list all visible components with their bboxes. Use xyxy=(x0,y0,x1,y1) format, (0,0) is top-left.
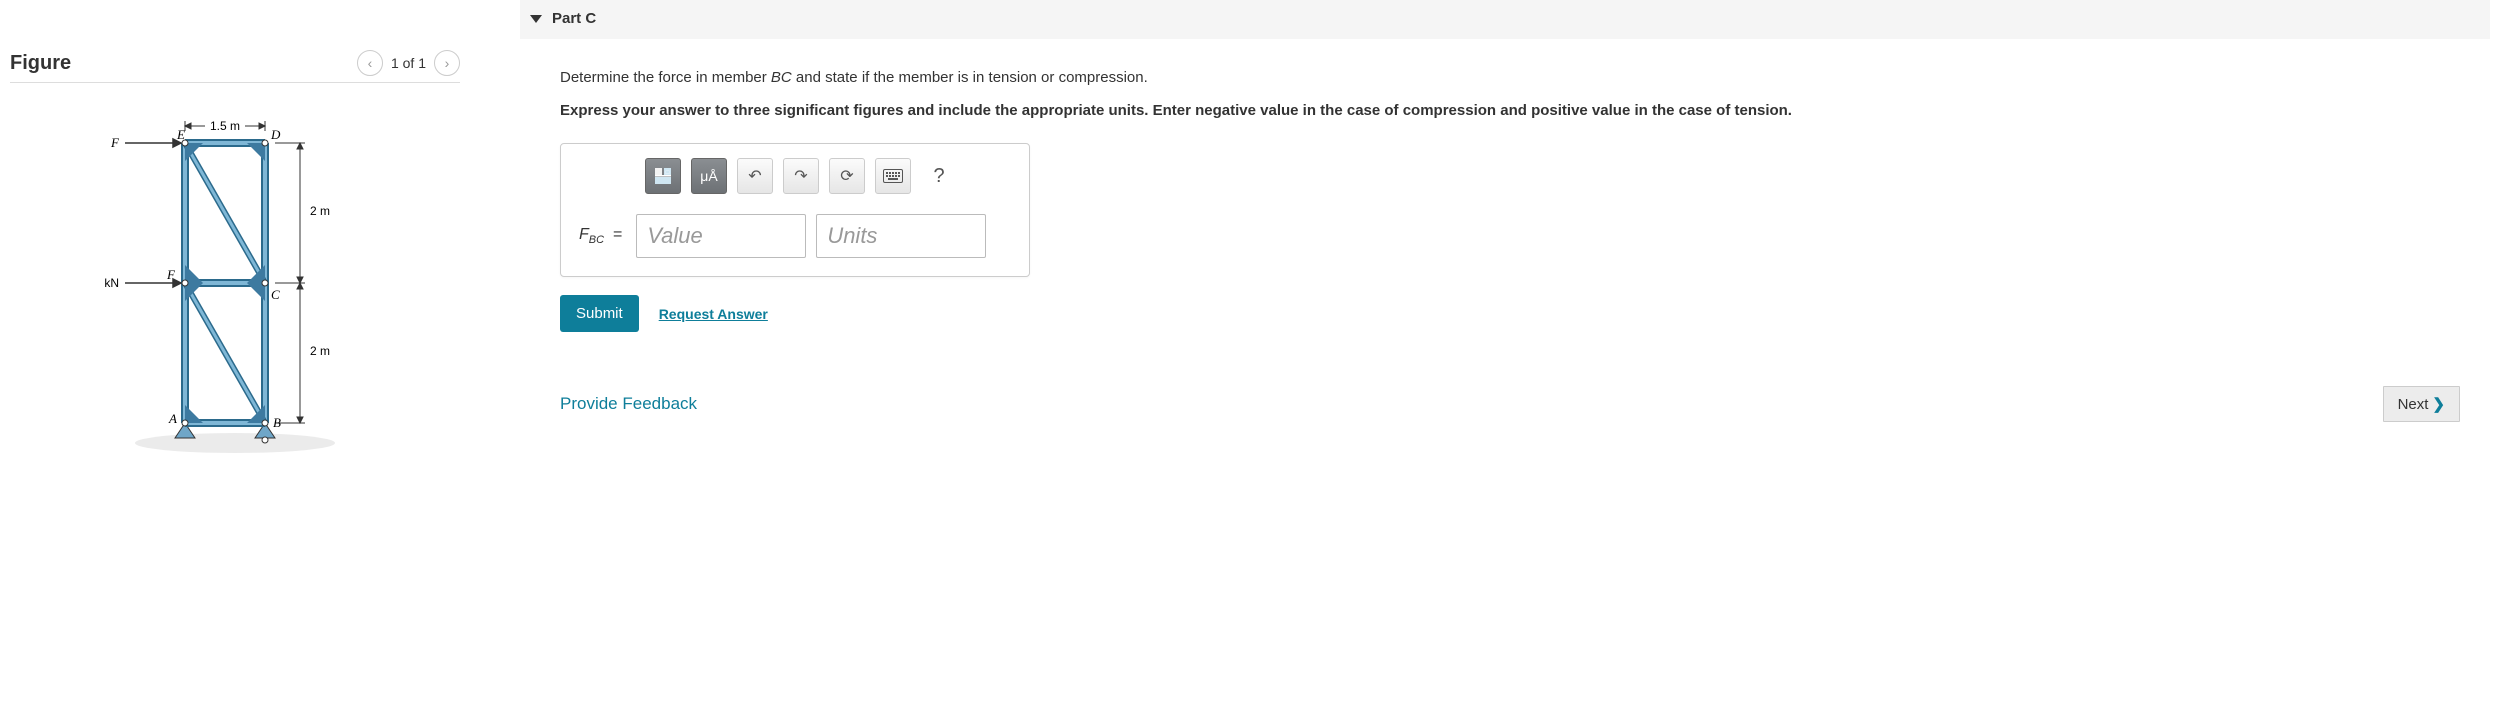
provide-feedback-link[interactable]: Provide Feedback xyxy=(560,394,697,414)
figure-title: Figure xyxy=(10,52,71,75)
submit-button[interactable]: Submit xyxy=(560,295,639,332)
figure-prev-button[interactable]: ‹ xyxy=(357,50,383,76)
next-button-label: Next xyxy=(2398,396,2429,413)
next-button[interactable]: Next ❯ xyxy=(2383,386,2460,422)
symbols-icon: μÅ xyxy=(700,168,717,184)
figure-pager: ‹ 1 of 1 › xyxy=(357,50,460,76)
undo-icon: ↶ xyxy=(748,166,761,186)
keyboard-button[interactable] xyxy=(875,158,911,194)
svg-text:B: B xyxy=(273,415,281,430)
svg-text:2 m: 2 m xyxy=(310,344,330,358)
part-header[interactable]: Part C xyxy=(520,0,2490,39)
chevron-left-icon: ‹ xyxy=(368,55,373,71)
redo-icon: ↷ xyxy=(794,166,807,186)
reset-button[interactable]: ⟳ xyxy=(829,158,865,194)
caret-down-icon xyxy=(530,15,542,23)
svg-text:D: D xyxy=(270,127,281,142)
undo-button[interactable]: ↶ xyxy=(737,158,773,194)
request-answer-link[interactable]: Request Answer xyxy=(659,306,768,322)
reset-icon: ⟳ xyxy=(840,166,853,186)
templates-button[interactable]: □ xyxy=(645,158,681,194)
svg-text:F: F xyxy=(110,135,120,150)
figure-next-button[interactable]: › xyxy=(434,50,460,76)
fraction-template-icon: □ xyxy=(653,166,673,186)
keyboard-icon xyxy=(883,169,903,183)
svg-text:F: F xyxy=(166,267,176,282)
divider xyxy=(10,82,460,83)
figure-diagram: 1.5 m 2 m 2 m xyxy=(10,103,460,463)
prompt-text: Determine the force in member BC and sta… xyxy=(560,69,2470,86)
units-input[interactable] xyxy=(816,214,986,258)
instructions-text: Express your answer to three significant… xyxy=(560,102,2160,119)
svg-text:E: E xyxy=(176,127,185,142)
figure-pager-text: 1 of 1 xyxy=(391,55,426,71)
svg-text:C: C xyxy=(271,287,280,302)
help-button[interactable]: ? xyxy=(921,158,957,194)
value-input[interactable] xyxy=(636,214,806,258)
answer-box: □ μÅ ↶ ↷ ⟳ xyxy=(560,143,1030,277)
svg-text:2 m: 2 m xyxy=(310,204,330,218)
svg-text:□: □ xyxy=(666,170,670,176)
chevron-right-icon: › xyxy=(445,55,450,71)
svg-text:1.5 m: 1.5 m xyxy=(210,119,240,133)
answer-variable-label: FBC = xyxy=(575,226,626,246)
redo-button[interactable]: ↷ xyxy=(783,158,819,194)
part-title: Part C xyxy=(552,10,596,27)
chevron-right-icon: ❯ xyxy=(2432,395,2445,413)
help-icon: ? xyxy=(933,165,944,188)
svg-text:A: A xyxy=(168,411,177,426)
symbols-button[interactable]: μÅ xyxy=(691,158,727,194)
svg-text:8 kN: 8 kN xyxy=(105,276,119,290)
